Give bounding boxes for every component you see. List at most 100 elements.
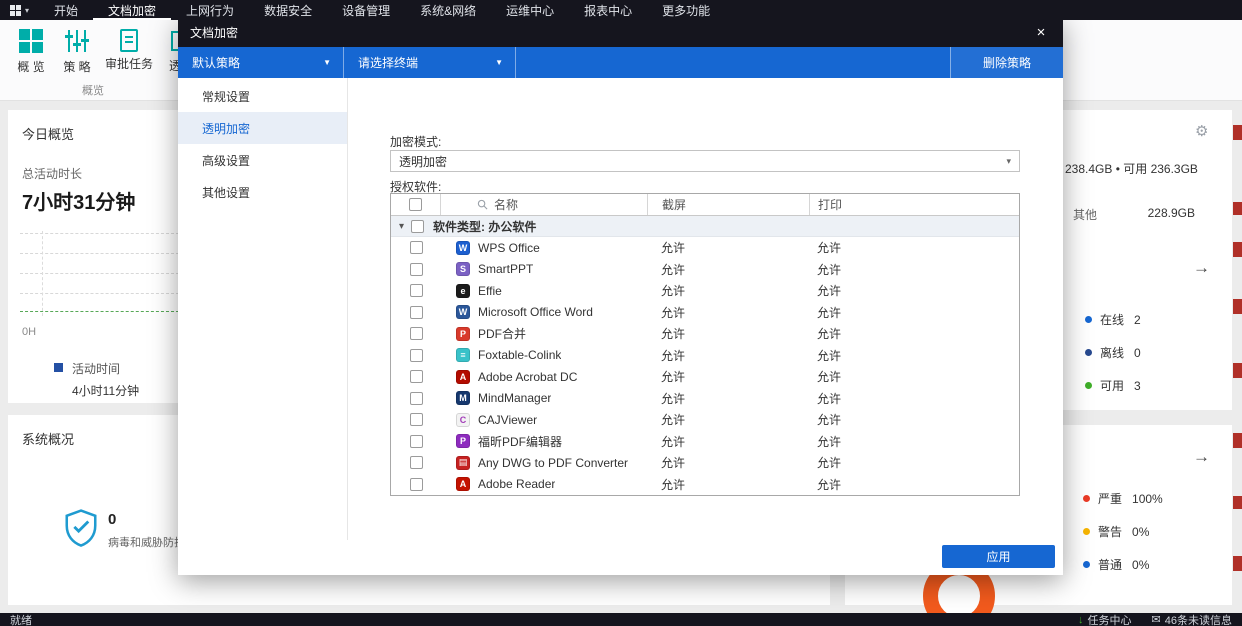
ribbon-button-label: 概 览 [17, 60, 45, 74]
software-table: 名称 截屏 打印 ▾ 软件类型: 办公软件 W WPS Office 允许 允许… [390, 193, 1020, 496]
edge-marker [1233, 242, 1242, 257]
ribbon-button-icon [120, 29, 138, 52]
terminal-dropdown-value: 请选择终端 [358, 56, 419, 70]
software-rows: W WPS Office 允许 允许 S SmartPPT 允许 允许 e Ef… [391, 237, 1019, 495]
menubar-item[interactable]: 上网行为 [171, 0, 249, 20]
software-name: Any DWG to PDF Converter [478, 455, 629, 470]
dialog-nav-item[interactable]: 常规设置 [178, 80, 347, 112]
close-icon[interactable]: × [1019, 18, 1063, 47]
row-checkbox[interactable] [409, 327, 423, 341]
software-name: MindManager [478, 391, 552, 406]
legend-swatch-icon [54, 363, 63, 372]
dialog-titlebar[interactable]: 文档加密 × [178, 18, 1063, 47]
software-row[interactable]: P 福昕PDF编辑器 允许 允许 [391, 431, 1019, 453]
terminal-dropdown[interactable]: 请选择终端 ▼ [344, 47, 516, 78]
row-checkbox[interactable] [409, 241, 423, 255]
dialog-nav-item[interactable]: 高级设置 [178, 144, 347, 176]
screenshot-permission: 允许 [661, 370, 686, 385]
chevron-down-icon: ▾ [399, 220, 405, 232]
group-checkbox[interactable] [411, 219, 425, 233]
screen: ▾ 开始 文档加密 上网行为 数据安全 设备管理 系统&网络 运维中心 报表中心… [0, 0, 1242, 626]
select-all-checkbox[interactable] [409, 198, 422, 211]
menubar-item[interactable]: 文档加密 [93, 0, 171, 20]
print-permission: 允许 [817, 434, 842, 449]
row-checkbox[interactable] [409, 456, 423, 470]
row-checkbox[interactable] [409, 348, 423, 362]
software-row[interactable]: C CAJViewer 允许 允许 [391, 409, 1019, 431]
storage-other-label: 其他 [1073, 208, 1098, 222]
row-checkbox[interactable] [409, 284, 423, 298]
screenshot-permission: 允许 [661, 434, 686, 449]
row-checkbox[interactable] [409, 477, 423, 491]
encryption-mode-select[interactable]: 透明加密 ▾ [390, 150, 1020, 172]
status-item: 严重 100% [1083, 482, 1163, 515]
software-row[interactable]: ≡ Foxtable-Colink 允许 允许 [391, 345, 1019, 367]
software-row[interactable]: A Adobe Acrobat DC 允许 允许 [391, 366, 1019, 388]
delete-policy-button[interactable]: 删除策略 [950, 47, 1063, 78]
software-row[interactable]: W WPS Office 允许 允许 [391, 237, 1019, 259]
software-row[interactable]: M MindManager 允许 允许 [391, 388, 1019, 410]
statusbar: 就绪 ↓ 任务中心 ✉ 46条未读信息 [0, 613, 1242, 626]
row-checkbox[interactable] [409, 305, 423, 319]
print-permission: 允许 [817, 413, 842, 428]
software-row[interactable]: e Effie 允许 允许 [391, 280, 1019, 302]
row-name-cell: P 福昕PDF编辑器 [441, 433, 647, 450]
status-item: 离线 0 [1085, 336, 1141, 369]
software-row[interactable]: S SmartPPT 允许 允许 [391, 259, 1019, 281]
status-label: 普通 [1098, 558, 1123, 572]
row-checkbox[interactable] [409, 262, 423, 276]
app-menu-button[interactable]: ▾ [0, 0, 39, 20]
app-menu-grid-icon [10, 4, 21, 16]
menubar-item[interactable]: 更多功能 [647, 0, 725, 20]
apply-button[interactable]: 应用 [942, 545, 1055, 568]
software-name: 福昕PDF编辑器 [478, 434, 563, 449]
policy-dropdown[interactable]: 默认策略 ▼ [178, 47, 344, 78]
menubar-item[interactable]: 运维中心 [491, 0, 569, 20]
document-encryption-dialog: 文档加密 × 默认策略 ▼ 请选择终端 ▼ 删除策略 常规设置 透明加密 高级设… [178, 18, 1063, 575]
dialog-nav-item[interactable]: 其他设置 [178, 176, 347, 208]
row-checkbox[interactable] [409, 434, 423, 448]
dialog-footer: 应用 [178, 540, 1063, 575]
menubar-item[interactable]: 设备管理 [327, 0, 405, 20]
unread-messages-button[interactable]: ✉ 46条未读信息 [1152, 612, 1232, 626]
software-row[interactable]: P PDF合并 允许 允许 [391, 323, 1019, 345]
status-dot-icon [1083, 528, 1090, 535]
ribbon-button[interactable]: 审批任务 [100, 26, 158, 77]
software-name: Adobe Acrobat DC [478, 369, 578, 384]
group-label: 软件类型: 办公软件 [433, 219, 537, 234]
arrow-right-icon[interactable]: → [1193, 258, 1210, 278]
chevron-down-icon: ▾ [25, 5, 30, 15]
menubar-item[interactable]: 系统&网络 [405, 0, 491, 20]
software-group-row[interactable]: ▾ 软件类型: 办公软件 [391, 216, 1019, 237]
row-checkbox[interactable] [409, 391, 423, 405]
row-checkbox[interactable] [409, 413, 423, 427]
app-icon: e [456, 283, 470, 298]
app-icon: ≡ [456, 348, 470, 363]
chart-legend: 活动时间 4小时11分钟 [54, 360, 139, 399]
edge-marker [1233, 202, 1242, 215]
dialog-nav-item[interactable]: 透明加密 [178, 112, 347, 144]
row-checkbox[interactable] [409, 370, 423, 384]
menubar-item[interactable]: 报表中心 [569, 0, 647, 20]
ribbon-button[interactable]: 策 略 [54, 26, 100, 77]
task-center-button[interactable]: ↓ 任务中心 [1078, 612, 1132, 626]
arrow-right-icon[interactable]: → [1193, 447, 1210, 467]
software-row[interactable]: ▤ Any DWG to PDF Converter 允许 允许 [391, 452, 1019, 474]
menubar: ▾ 开始 文档加密 上网行为 数据安全 设备管理 系统&网络 运维中心 报表中心… [0, 0, 1242, 20]
total-activity-value: 7小时31分钟 [22, 192, 136, 214]
ribbon-button[interactable]: 概 览 [8, 26, 54, 77]
status-dot-icon [1085, 316, 1092, 323]
menubar-item[interactable]: 开始 [39, 0, 93, 20]
software-name: Foxtable-Colink [478, 348, 562, 363]
software-row[interactable]: W Microsoft Office Word 允许 允许 [391, 302, 1019, 324]
ribbon-button-icon [64, 28, 90, 54]
row-checkbox-cell [391, 348, 441, 362]
menubar-item[interactable]: 数据安全 [249, 0, 327, 20]
alert-status-list: 严重 100% 警告 0% 普通 0% [1083, 482, 1163, 581]
gear-icon[interactable]: ⚙ [1195, 122, 1208, 140]
print-permission: 允许 [817, 456, 842, 471]
status-dot-icon [1085, 349, 1092, 356]
row-checkbox-cell [391, 370, 441, 384]
software-row[interactable]: A Adobe Reader 允许 允许 [391, 474, 1019, 496]
